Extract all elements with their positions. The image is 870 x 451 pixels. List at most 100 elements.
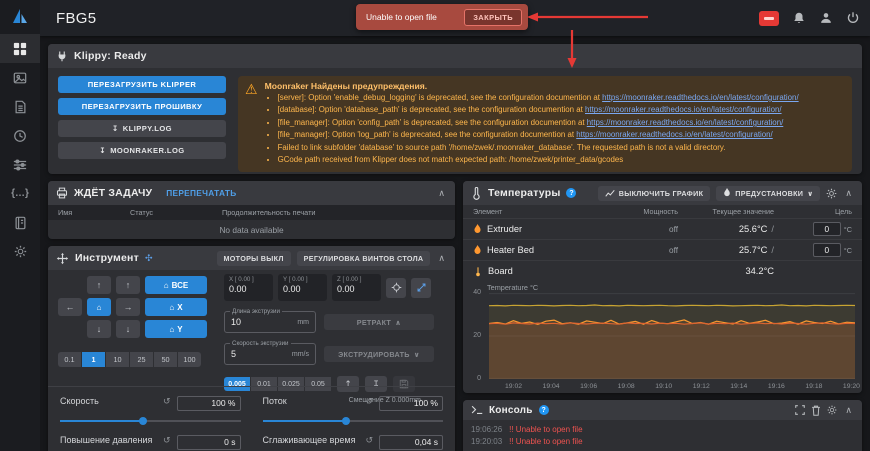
home-xy-button[interactable]: ⌂: [87, 298, 111, 316]
extrude-speed-input[interactable]: [231, 349, 292, 359]
reset-icon[interactable]: ↺: [163, 435, 171, 446]
pressure-advance-value[interactable]: 0 s: [177, 435, 241, 450]
extrude-length-input[interactable]: [231, 317, 297, 327]
reset-icon[interactable]: ↺: [163, 396, 171, 407]
mainsail-logo-icon: [11, 8, 29, 26]
home-all-button[interactable]: ⌂ВСЕ: [145, 276, 207, 294]
console-panel-header: Консоль ? ∧: [463, 400, 862, 420]
console-panel: Консоль ? ∧ 19:0: [463, 400, 862, 451]
info-icon[interactable]: ?: [539, 405, 549, 415]
sidebar-item-dashboard[interactable]: [0, 34, 40, 63]
warning-item: [server]: Option 'enable_debug_logging' …: [278, 92, 799, 104]
speed-factor-value[interactable]: 100 %: [177, 396, 241, 411]
collapse-panel-button[interactable]: ∧: [843, 188, 854, 199]
console-line: 19:20:03!! Unable to open file: [471, 436, 854, 448]
move-y-minus-button[interactable]: ↓: [87, 320, 111, 338]
notifications-button[interactable]: [792, 11, 806, 25]
thermometer-icon: [471, 187, 482, 200]
flow-factor-value[interactable]: 100 %: [379, 396, 443, 411]
presets-button[interactable]: ПРЕДУСТАНОВКИ ∨: [716, 186, 820, 201]
warning-link[interactable]: https://moonraker.readthedocs.io/en/late…: [602, 93, 799, 102]
klippy-log-button[interactable]: ↧ KLIPPY.LOG: [58, 120, 226, 137]
heater-bed-target-input[interactable]: [813, 243, 841, 257]
step-button-active[interactable]: 1: [82, 352, 105, 367]
motors-off-button[interactable]: МОТОРЫ ВЫКЛ: [217, 251, 291, 266]
motion-indicator-icon: ✣: [145, 253, 153, 264]
logbook-icon: [14, 216, 27, 230]
collapse-panel-button[interactable]: ∧: [843, 405, 854, 416]
fullscreen-icon: [795, 405, 805, 415]
step-button[interactable]: 10: [106, 352, 129, 367]
move-z-minus-button[interactable]: ↓: [116, 320, 140, 338]
info-icon[interactable]: ?: [566, 188, 576, 198]
emergency-stop-button[interactable]: [759, 11, 779, 26]
sidebar-item-gcode-files[interactable]: [0, 92, 40, 121]
moonraker-log-button[interactable]: ↧ MOONRAKER.LOG: [58, 142, 226, 159]
sidebar-item-logs[interactable]: [0, 208, 40, 237]
klippy-status: Klippy: Ready: [74, 50, 147, 62]
snackbar-close-button[interactable]: ЗАКРЫТЬ: [464, 9, 522, 26]
smooth-time-value[interactable]: 0,04 s: [379, 435, 443, 450]
console-fullscreen-button[interactable]: [795, 405, 805, 415]
sidebar-item-webcam[interactable]: [0, 63, 40, 92]
temperatures-panel: Температуры ? ВЫКЛЮЧИТЬ ГРАФИК ПРЕДУСТАН…: [463, 181, 862, 393]
move-x-minus-button[interactable]: ←: [58, 298, 82, 316]
restart-klipper-button[interactable]: ПЕРЕЗАГРУЗИТЬ KLIPPER: [58, 76, 226, 93]
flow-factor-slider[interactable]: [263, 420, 444, 422]
hide-graph-button[interactable]: ВЫКЛЮЧИТЬ ГРАФИК: [598, 186, 710, 201]
history-icon: [13, 129, 27, 143]
step-button[interactable]: 50: [154, 352, 177, 367]
smooth-time-control: Сглаживающее время ↺ 0,04 s: [263, 435, 444, 451]
bed-screws-button[interactable]: РЕГУЛИРОВКА ВИНТОВ СТОЛА: [297, 251, 431, 266]
sidebar-item-settings[interactable]: [0, 237, 40, 266]
sidebar-item-tune[interactable]: [0, 150, 40, 179]
power-button[interactable]: [846, 11, 860, 25]
restart-firmware-button[interactable]: ПЕРЕЗАГРУЗИТЬ ПРОШИВКУ: [58, 98, 226, 115]
extruder-target-input[interactable]: [813, 222, 841, 236]
retract-button[interactable]: РЕТРАКТ∧: [324, 314, 434, 330]
console-settings-button[interactable]: [827, 405, 837, 415]
extrude-button[interactable]: ЭКСТРУДИРОВАТЬ∨: [324, 346, 434, 362]
step-button[interactable]: 0.1: [58, 352, 81, 367]
console-clear-button[interactable]: [811, 405, 821, 416]
expand-move-button[interactable]: [411, 278, 431, 298]
file-icon: [14, 100, 27, 114]
goto-position-button[interactable]: [386, 278, 406, 298]
warning-link[interactable]: https://moonraker.readthedocs.io/en/late…: [587, 118, 784, 127]
speed-factor-slider[interactable]: [60, 420, 241, 422]
warning-item: [file_manager]: Option 'log_path' is dep…: [278, 129, 799, 141]
home-y-button[interactable]: ⌂Y: [145, 320, 207, 338]
position-z: Z [ 0.00 ]0.00: [332, 274, 381, 301]
moonraker-warnings: ⚠ Moonraker Найдены предупреждения. [ser…: [238, 76, 852, 172]
account-button[interactable]: [819, 11, 833, 25]
sidebar-item-history[interactable]: [0, 121, 40, 150]
account-icon: [819, 11, 833, 25]
motion-pad: ↑ ↑ ⌂ВСЕ ← ⌂ → ⌂X ↓ ↓ ⌂Y: [58, 276, 207, 338]
download-icon: ↧: [99, 146, 106, 155]
step-button[interactable]: 25: [130, 352, 153, 367]
collapse-panel-button[interactable]: ∧: [436, 188, 447, 199]
sidebar-item-machine-config[interactable]: {…}: [0, 179, 40, 208]
gear-icon: [14, 245, 27, 258]
print-status-panel: ЖДЁТ ЗАДАЧУ ПЕРЕПЕЧАТАТЬ ∧ ИмяСтатусПрод…: [48, 181, 455, 239]
move-z-plus-button[interactable]: ↑: [116, 276, 140, 294]
reprint-button[interactable]: ПЕРЕПЕЧАТАТЬ: [166, 188, 236, 198]
klippy-panel-header: Klippy: Ready: [48, 44, 862, 68]
position-x: X [ 0.00 ]0.00: [224, 274, 273, 301]
warning-link[interactable]: https://moonraker.readthedocs.io/en/late…: [576, 130, 773, 139]
dashboard-icon: [13, 42, 27, 56]
app-logo[interactable]: [0, 0, 40, 34]
reset-icon[interactable]: ↺: [365, 435, 373, 446]
reset-icon[interactable]: ↺: [365, 396, 373, 407]
temperatures-panel-header: Температуры ? ВЫКЛЮЧИТЬ ГРАФИК ПРЕДУСТАН…: [463, 181, 862, 205]
collapse-panel-button[interactable]: ∧: [436, 253, 447, 264]
warning-item: Failed to link subfolder 'database' to s…: [278, 142, 799, 154]
klippy-connection-icon: [56, 50, 68, 62]
move-y-plus-button[interactable]: ↑: [87, 276, 111, 294]
warning-link[interactable]: https://moonraker.readthedocs.io/en/late…: [585, 105, 782, 114]
step-button[interactable]: 100: [178, 352, 201, 367]
jobs-table-header: ИмяСтатусПродолжительность печати: [48, 205, 455, 220]
home-x-button[interactable]: ⌂X: [145, 298, 207, 316]
temp-settings-button[interactable]: [826, 188, 837, 199]
move-x-plus-button[interactable]: →: [116, 298, 140, 316]
